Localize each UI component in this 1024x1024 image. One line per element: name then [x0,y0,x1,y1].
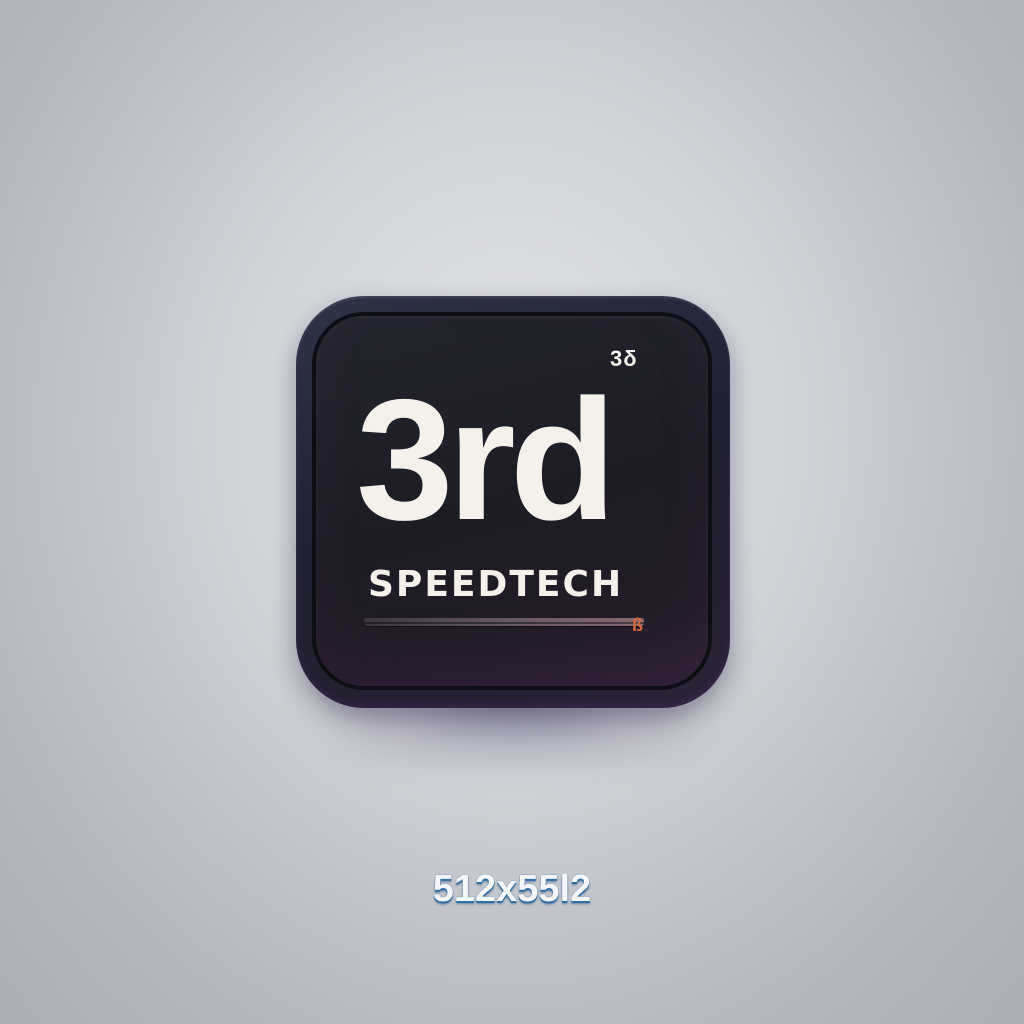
corner-mark: 3δ [610,346,638,371]
canvas: 3δ 3rd SPEEDTECH ß 512x55l2 [0,0,1024,1024]
bar-end-glyph: ß [632,615,643,635]
icon-face: 3δ 3rd SPEEDTECH ß [316,316,708,686]
icon-title: 3rd [356,364,617,556]
icon-subtitle: SPEEDTECH [368,564,624,605]
dimensions-caption: 512x55l2 [432,868,592,910]
speed-bar [364,618,644,626]
app-icon[interactable]: 3δ 3rd SPEEDTECH ß [296,296,730,708]
